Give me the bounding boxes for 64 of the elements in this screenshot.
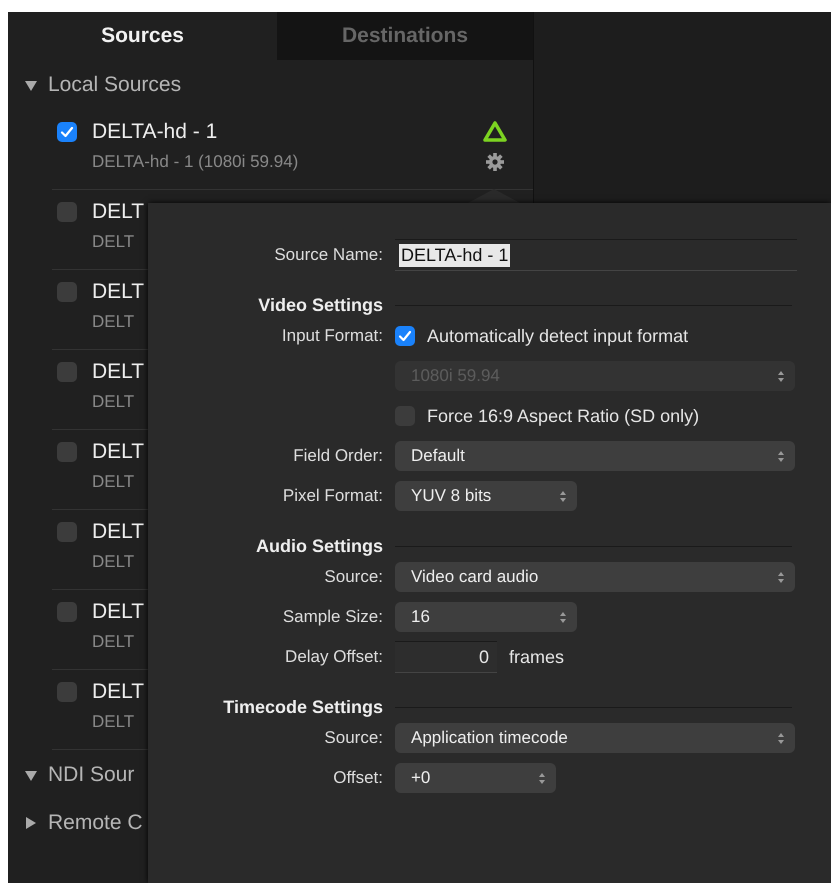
dropdown[interactable]: +0 xyxy=(395,763,556,793)
field-label: Pixel Format: xyxy=(282,486,383,506)
source-name: DELT xyxy=(92,359,144,385)
field-label: Input Format: xyxy=(280,326,383,346)
source-detail: DELT xyxy=(92,552,136,572)
checkbox[interactable] xyxy=(57,442,77,462)
source-name: DELT xyxy=(92,439,144,465)
unit-label: frames xyxy=(509,646,564,668)
triangle-icon xyxy=(483,120,507,142)
selected-text: DELTA-hd - 1 xyxy=(399,244,510,266)
checkbox[interactable] xyxy=(57,602,77,622)
updown-arrows-icon xyxy=(777,370,785,382)
expand-triangle-icon[interactable] xyxy=(24,816,38,830)
checkbox[interactable] xyxy=(57,682,77,702)
source-name: DELT xyxy=(92,519,144,545)
dropdown[interactable]: Video card audio xyxy=(395,562,795,592)
updown-arrows-icon xyxy=(559,490,567,502)
section-heading: Video Settings xyxy=(257,295,383,316)
input-field[interactable]: DELTA-hd - 1 xyxy=(395,239,797,271)
field-label: Offset: xyxy=(332,768,383,788)
checkbox[interactable] xyxy=(57,362,77,382)
source-detail: DELT xyxy=(92,232,136,252)
checkbox[interactable] xyxy=(57,122,77,142)
updown-arrows-icon xyxy=(559,610,567,624)
checkbox[interactable] xyxy=(395,326,415,346)
source-name: DELT xyxy=(92,679,144,705)
updown-arrows-icon xyxy=(777,732,785,744)
collapse-triangle-icon[interactable] xyxy=(24,78,38,92)
dropdown[interactable]: 16 xyxy=(395,602,577,632)
source-name: DELT xyxy=(92,599,144,625)
checkbox-label: Automatically detect input format xyxy=(427,326,688,346)
source-detail: DELT xyxy=(92,312,136,332)
field-label: Field Order: xyxy=(292,446,383,466)
source-detail: DELT xyxy=(92,632,136,652)
source-detail: DELTA-hd - 1 (1080i 59.94) xyxy=(92,152,298,172)
checkbox[interactable] xyxy=(57,522,77,542)
settings-icon[interactable] xyxy=(485,152,505,172)
field-label: Source: xyxy=(323,728,383,748)
group-label: Remote C xyxy=(48,811,143,835)
field-label: Delay Offset: xyxy=(284,647,383,667)
source-detail: DELT xyxy=(92,392,136,412)
section-heading: Timecode Settings xyxy=(222,697,383,718)
number-field[interactable]: 0 xyxy=(395,641,497,673)
source-name: DELT xyxy=(92,199,144,225)
source-name: DELTA-hd - 1 xyxy=(92,119,218,145)
source-name: DELT xyxy=(92,279,144,305)
checkbox[interactable] xyxy=(57,202,77,222)
field-label: Sample Size: xyxy=(282,607,383,627)
group-label: NDI Sour xyxy=(48,763,134,787)
updown-arrows-icon xyxy=(777,570,785,584)
section-heading: Audio Settings xyxy=(255,536,383,557)
field-label: Source: xyxy=(323,567,383,587)
checkbox[interactable] xyxy=(57,282,77,302)
checkbox-label: Force 16:9 Aspect Ratio (SD only) xyxy=(427,406,700,426)
dropdown[interactable]: Application timecode xyxy=(395,723,795,753)
group-label: Local Sources xyxy=(48,73,182,97)
collapse-triangle-icon[interactable] xyxy=(24,768,38,782)
source-detail: DELT xyxy=(92,472,136,492)
dropdown[interactable]: YUV 8 bits xyxy=(395,481,577,511)
updown-arrows-icon xyxy=(538,772,546,784)
dropdown[interactable]: Default xyxy=(395,441,795,471)
updown-arrows-icon xyxy=(777,450,785,462)
source-detail: DELT xyxy=(92,712,136,732)
field-label: Source Name: xyxy=(273,245,383,265)
